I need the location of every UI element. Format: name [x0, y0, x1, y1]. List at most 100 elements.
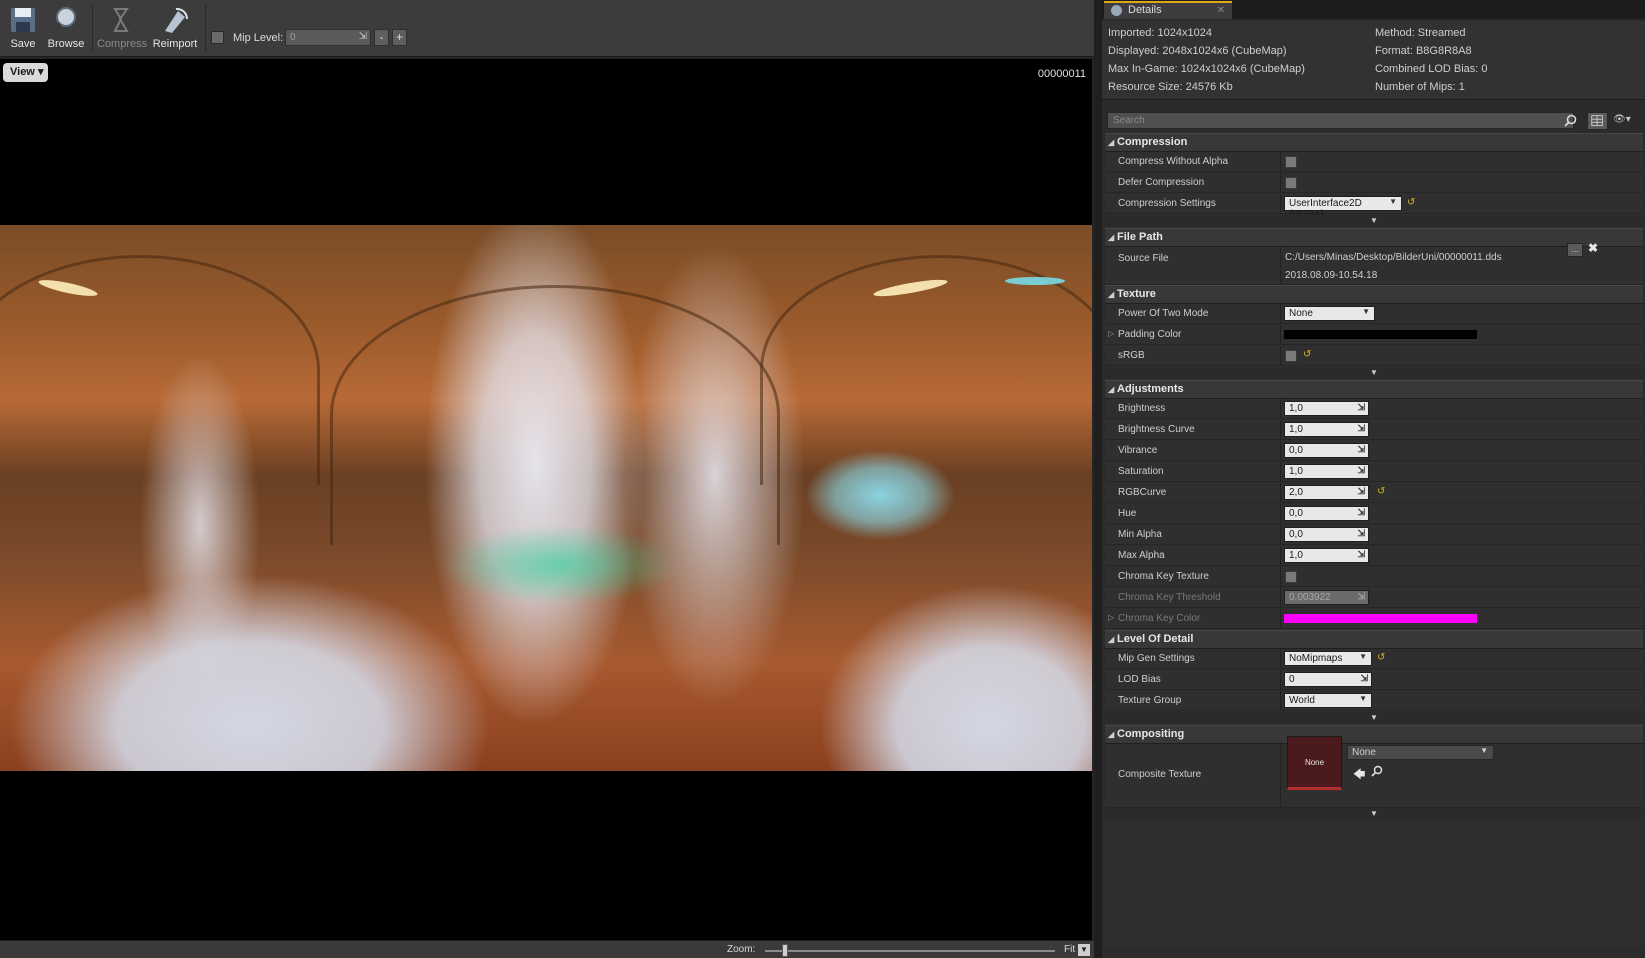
category-adjustments[interactable]: ◢ Adjustments: [1105, 380, 1643, 399]
info-format: Format: B8G8R8A8: [1375, 45, 1472, 57]
zoom-slider-track[interactable]: [765, 950, 1055, 952]
column-divider: [1280, 173, 1281, 192]
chevron-down-icon: ▼: [1359, 694, 1367, 703]
spin-arrows-icon: ⇲: [1357, 444, 1365, 454]
brightness-curve-input[interactable]: 1,0 ⇲: [1284, 422, 1369, 437]
reimport-button[interactable]: Reimport: [152, 3, 198, 53]
search-icon[interactable]: [1564, 114, 1577, 127]
toolbar-separator: [92, 4, 93, 52]
mip-level-checkbox[interactable]: [211, 31, 224, 44]
category-label: Level Of Detail: [1117, 633, 1194, 645]
search-input[interactable]: Search: [1107, 112, 1574, 129]
property-matrix-button[interactable]: [1587, 112, 1608, 130]
saturation-input[interactable]: 1,0 ⇲: [1284, 464, 1369, 479]
column-divider: [1280, 346, 1281, 365]
category-label: Compression: [1117, 136, 1188, 148]
brightness-input[interactable]: 1,0 ⇲: [1284, 401, 1369, 416]
zoom-slider-thumb[interactable]: [782, 944, 788, 957]
hue-input[interactable]: 0,0 ⇲: [1284, 506, 1369, 521]
composite-texture-thumbnail[interactable]: None: [1287, 736, 1342, 790]
column-divider: [1280, 744, 1281, 807]
advanced-expander[interactable]: ▼: [1105, 215, 1643, 226]
details-panel: Details ✕ Imported: 1024x1024 Displayed:…: [1102, 0, 1645, 958]
info-lod-bias: Combined LOD Bias: 0: [1375, 63, 1488, 75]
tab-details[interactable]: Details ✕: [1104, 1, 1232, 19]
chroma-key-color-swatch[interactable]: [1284, 614, 1477, 623]
reset-to-default-icon[interactable]: ↺: [1407, 197, 1415, 208]
view-menu-button[interactable]: View ▾: [3, 63, 48, 82]
compression-settings-dropdown[interactable]: UserInterface2D (RGBA)▼: [1284, 196, 1402, 220]
prop-chroma-key-color: ▷ Chroma Key Color: [1105, 609, 1643, 629]
chevron-down-icon: ▼: [1080, 945, 1088, 954]
category-texture[interactable]: ◢ Texture: [1105, 285, 1643, 304]
dropdown-value: None: [1352, 747, 1376, 758]
texture-info: Imported: 1024x1024 Displayed: 2048x1024…: [1102, 21, 1645, 100]
category-level-of-detail[interactable]: ◢ Level Of Detail: [1105, 630, 1643, 649]
expand-triangle-icon[interactable]: ▷: [1108, 613, 1114, 622]
column-divider: [1280, 462, 1281, 481]
category-compositing[interactable]: ◢ Compositing: [1105, 725, 1643, 744]
panel-splitter[interactable]: [1094, 0, 1102, 958]
composite-texture-dropdown[interactable]: None ▼: [1347, 745, 1494, 760]
spin-arrows-icon: ⇲: [1360, 673, 1368, 683]
dropdown-value: None: [1289, 308, 1313, 319]
dropdown-value: World: [1289, 695, 1315, 706]
mip-gen-settings-dropdown[interactable]: NoMipmaps ▼: [1284, 651, 1372, 666]
prop-label: Texture Group: [1118, 695, 1182, 706]
use-selected-asset-icon[interactable]: 🡄: [1353, 765, 1365, 786]
srgb-checkbox[interactable]: [1285, 350, 1297, 362]
view-options-button[interactable]: 👁▾: [1613, 114, 1641, 128]
browse-to-asset-icon[interactable]: [1371, 765, 1383, 777]
zoom-fit-dropdown[interactable]: ▼: [1078, 944, 1090, 956]
advanced-expander[interactable]: ▼: [1105, 808, 1643, 819]
expand-triangle-icon[interactable]: ▷: [1108, 329, 1114, 338]
reset-to-default-icon[interactable]: ↺: [1377, 486, 1385, 497]
mip-level-input[interactable]: 0 ⇲: [285, 29, 371, 46]
num-value: 1,0: [1289, 550, 1303, 561]
property-list: ◢ Compression Compress Without Alpha Defe…: [1105, 133, 1643, 948]
mip-level-decrement-button[interactable]: -: [374, 29, 389, 46]
defer-compression-checkbox[interactable]: [1285, 177, 1297, 189]
save-button[interactable]: Save: [0, 3, 46, 53]
chevron-down-icon: ▼: [1370, 368, 1378, 377]
category-file-path[interactable]: ◢ File Path: [1105, 228, 1643, 247]
mip-level-increment-button[interactable]: +: [392, 29, 407, 46]
prop-compression-settings: Compression Settings UserInterface2D (RG…: [1105, 194, 1643, 220]
prop-label: Saturation: [1118, 466, 1164, 477]
prop-mip-gen-settings: Mip Gen Settings NoMipmaps ▼ ↺: [1105, 649, 1643, 669]
collapse-triangle-icon: ◢: [1108, 730, 1115, 739]
prop-chroma-key-texture: Chroma Key Texture: [1105, 567, 1643, 587]
info-icon: [1111, 5, 1122, 16]
compress-without-alpha-checkbox[interactable]: [1285, 156, 1297, 168]
prop-label: RGBCurve: [1118, 487, 1167, 498]
reset-to-default-icon[interactable]: ↺: [1377, 652, 1385, 663]
category-compression[interactable]: ◢ Compression: [1105, 133, 1643, 152]
browse-label: Browse: [47, 38, 85, 50]
compress-button[interactable]: Compress: [97, 3, 147, 53]
advanced-expander[interactable]: ▼: [1105, 367, 1643, 378]
compress-icon: [113, 8, 129, 32]
advanced-expander[interactable]: ▼: [1105, 712, 1643, 723]
rgbcurve-input[interactable]: 2,0 ⇲: [1284, 485, 1369, 500]
clear-icon[interactable]: ✖: [1588, 241, 1598, 255]
browse-file-button[interactable]: ...: [1567, 243, 1583, 257]
lod-bias-input[interactable]: 0 ⇲: [1284, 672, 1372, 687]
browse-button[interactable]: Browse: [43, 3, 89, 53]
magnifier-icon: [52, 7, 76, 34]
chroma-key-texture-checkbox[interactable]: [1285, 571, 1297, 583]
compress-label: Compress: [97, 38, 148, 50]
padding-color-swatch[interactable]: [1284, 330, 1477, 339]
column-divider: [1280, 247, 1281, 284]
min-alpha-input[interactable]: 0,0 ⇲: [1284, 527, 1369, 542]
close-icon[interactable]: ✕: [1217, 4, 1225, 18]
max-alpha-input[interactable]: 1,0 ⇲: [1284, 548, 1369, 563]
power-of-two-dropdown[interactable]: None ▼: [1284, 306, 1375, 321]
texture-viewport[interactable]: View ▾ 00000011: [0, 59, 1092, 940]
num-value: 0,0: [1289, 529, 1303, 540]
info-displayed: Displayed: 2048x1024x6 (CubeMap): [1108, 45, 1287, 57]
collapse-triangle-icon: ◢: [1108, 138, 1115, 147]
reset-to-default-icon[interactable]: ↺: [1303, 349, 1311, 360]
texture-group-dropdown[interactable]: World ▼: [1284, 693, 1372, 708]
chevron-down-icon: ▼: [1370, 216, 1378, 225]
vibrance-input[interactable]: 0,0 ⇲: [1284, 443, 1369, 458]
